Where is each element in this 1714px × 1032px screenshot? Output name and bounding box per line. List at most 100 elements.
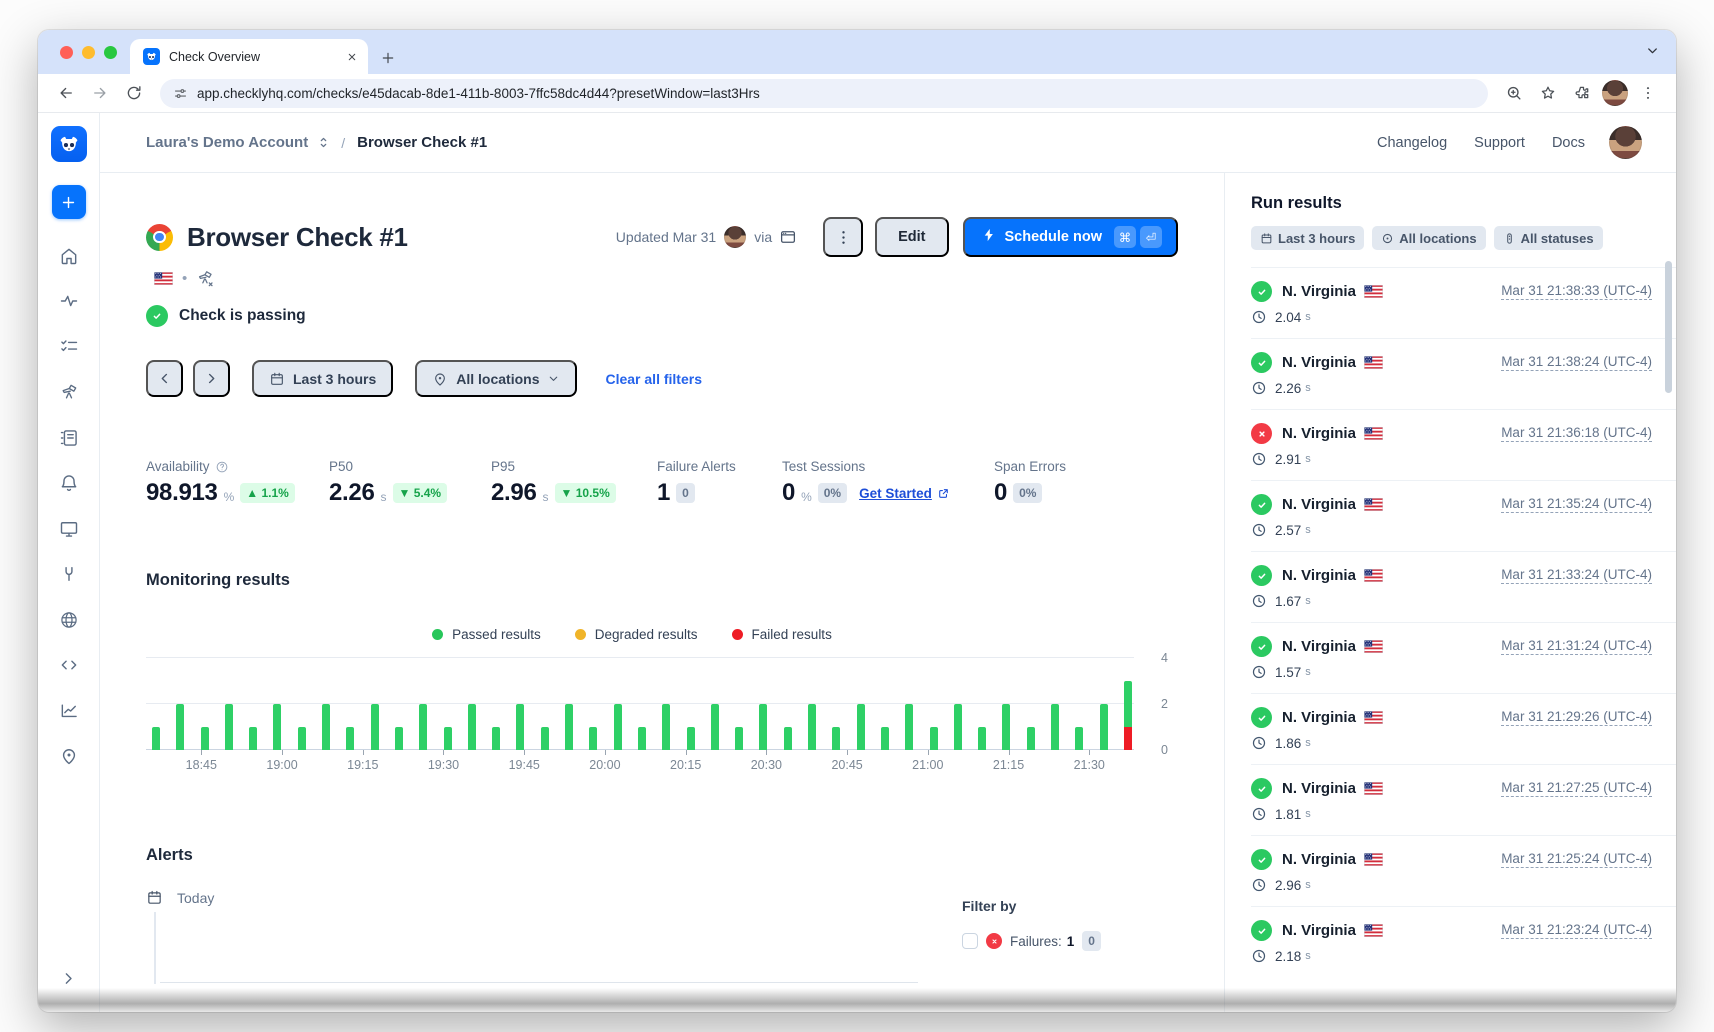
chip-last-3-hours[interactable]: Last 3 hours [1251,226,1364,250]
run-timestamp-link[interactable]: Mar 31 21:36:18 (UTC-4) [1501,425,1652,442]
result-bar[interactable] [444,727,452,750]
run-timestamp-link[interactable]: Mar 31 21:33:24 (UTC-4) [1501,567,1652,584]
result-bar[interactable] [565,704,573,750]
result-bar[interactable] [492,727,500,750]
result-bar[interactable] [784,727,792,750]
failures-checkbox[interactable] [962,933,978,949]
run-result-item[interactable]: N. VirginiaMar 31 21:23:24 (UTC-4)2.18s [1251,906,1676,977]
run-timestamp-link[interactable]: Mar 31 21:23:24 (UTC-4) [1501,922,1652,939]
tab-close-icon[interactable] [346,51,358,63]
run-result-item[interactable]: N. VirginiaMar 31 21:38:24 (UTC-4)2.26s [1251,338,1676,409]
get-started-link[interactable]: Get Started [859,486,950,501]
nav-changelog[interactable]: Changelog [1377,135,1447,151]
create-new-button[interactable] [52,185,86,219]
result-bar[interactable] [298,727,306,750]
run-timestamp-link[interactable]: Mar 31 21:38:24 (UTC-4) [1501,354,1652,371]
info-icon[interactable] [215,460,229,474]
sidebar-item-activity[interactable] [46,279,92,325]
result-bar[interactable] [978,727,986,750]
result-bar[interactable] [225,704,233,750]
result-bar[interactable] [808,704,816,750]
run-timestamp-link[interactable]: Mar 31 21:29:26 (UTC-4) [1501,709,1652,726]
sidebar-item-monitor[interactable] [46,506,92,552]
close-window-button[interactable] [60,46,73,59]
result-bar[interactable] [419,704,427,750]
sidebar-item-wrench[interactable] [46,552,92,598]
reload-icon[interactable] [120,79,148,107]
edit-button[interactable]: Edit [875,217,948,257]
result-bar[interactable] [249,727,257,750]
sidebar-item-home[interactable] [46,233,92,279]
result-bar[interactable] [201,727,209,750]
back-icon[interactable] [52,79,80,107]
run-result-item[interactable]: N. VirginiaMar 31 21:29:26 (UTC-4)1.86s [1251,693,1676,764]
sidebar-item-chart[interactable] [46,688,92,734]
run-result-item[interactable]: N. VirginiaMar 31 21:38:33 (UTC-4)2.04s [1251,267,1676,338]
url-bar[interactable]: app.checklyhq.com/checks/e45dacab-8de1-4… [160,79,1488,108]
result-bar[interactable] [662,704,670,750]
bookmark-star-icon[interactable] [1534,79,1562,107]
result-bar[interactable] [735,727,743,750]
new-tab-button[interactable] [380,50,396,66]
result-bar[interactable] [759,704,767,750]
schedule-now-button[interactable]: Schedule now ⌘ ⏎ [963,217,1179,257]
result-bar[interactable] [395,727,403,750]
account-switcher-icon[interactable] [316,135,331,150]
tab-search-chevron-icon[interactable] [1645,43,1660,63]
result-bar[interactable] [1124,681,1132,750]
result-bar[interactable] [1075,727,1083,750]
more-options-button[interactable] [823,217,863,257]
result-bar[interactable] [371,704,379,750]
result-bar[interactable] [1027,727,1035,750]
result-bar[interactable] [589,727,597,750]
result-bar[interactable] [954,704,962,750]
run-result-item[interactable]: N. VirginiaMar 31 21:27:25 (UTC-4)1.81s [1251,764,1676,835]
sidebar-item-code[interactable] [46,643,92,689]
sidebar-item-globe[interactable] [46,597,92,643]
clear-all-filters-link[interactable]: Clear all filters [605,371,702,387]
sidebar-item-pin[interactable] [46,734,92,780]
result-bar[interactable] [468,704,476,750]
result-bar[interactable] [322,704,330,750]
result-bar[interactable] [516,704,524,750]
nav-docs[interactable]: Docs [1552,135,1585,151]
result-bar[interactable] [881,727,889,750]
result-bar[interactable] [541,727,549,750]
chip-all-locations[interactable]: All locations [1372,226,1485,250]
minimize-window-button[interactable] [82,46,95,59]
run-timestamp-link[interactable]: Mar 31 21:27:25 (UTC-4) [1501,780,1652,797]
result-bar[interactable] [711,704,719,750]
result-bar[interactable] [1051,704,1059,750]
run-result-item[interactable]: N. VirginiaMar 31 21:31:24 (UTC-4)1.57s [1251,622,1676,693]
run-result-item[interactable]: N. VirginiaMar 31 21:33:24 (UTC-4)1.67s [1251,551,1676,622]
result-bar[interactable] [930,727,938,750]
sidebar-item-bell[interactable] [46,461,92,507]
checkly-logo[interactable] [51,126,87,162]
sidebar-item-notebook[interactable] [46,415,92,461]
browser-profile-avatar[interactable] [1602,80,1628,106]
run-results-scrollbar[interactable] [1665,261,1672,393]
result-bar[interactable] [1002,704,1010,750]
result-bar[interactable] [1100,704,1108,750]
maximize-window-button[interactable] [104,46,117,59]
zoom-icon[interactable] [1500,79,1528,107]
result-bar[interactable] [614,704,622,750]
browser-menu-icon[interactable] [1634,79,1662,107]
result-bar[interactable] [152,727,160,750]
result-bar[interactable] [638,727,646,750]
sidebar-item-checklist[interactable] [46,324,92,370]
site-settings-icon[interactable] [173,86,188,101]
user-avatar[interactable] [1609,126,1642,159]
run-timestamp-link[interactable]: Mar 31 21:25:24 (UTC-4) [1501,851,1652,868]
result-bar[interactable] [346,727,354,750]
forward-icon[interactable] [86,79,114,107]
run-timestamp-link[interactable]: Mar 31 21:31:24 (UTC-4) [1501,638,1652,655]
browser-tab[interactable]: Check Overview [130,39,368,74]
result-bar[interactable] [857,704,865,750]
result-bar[interactable] [832,727,840,750]
time-range-filter[interactable]: Last 3 hours [252,360,393,397]
run-result-item[interactable]: N. VirginiaMar 31 21:36:18 (UTC-4)2.91s [1251,409,1676,480]
result-bar[interactable] [273,704,281,750]
run-timestamp-link[interactable]: Mar 31 21:35:24 (UTC-4) [1501,496,1652,513]
sidebar-item-telescope[interactable] [46,370,92,416]
